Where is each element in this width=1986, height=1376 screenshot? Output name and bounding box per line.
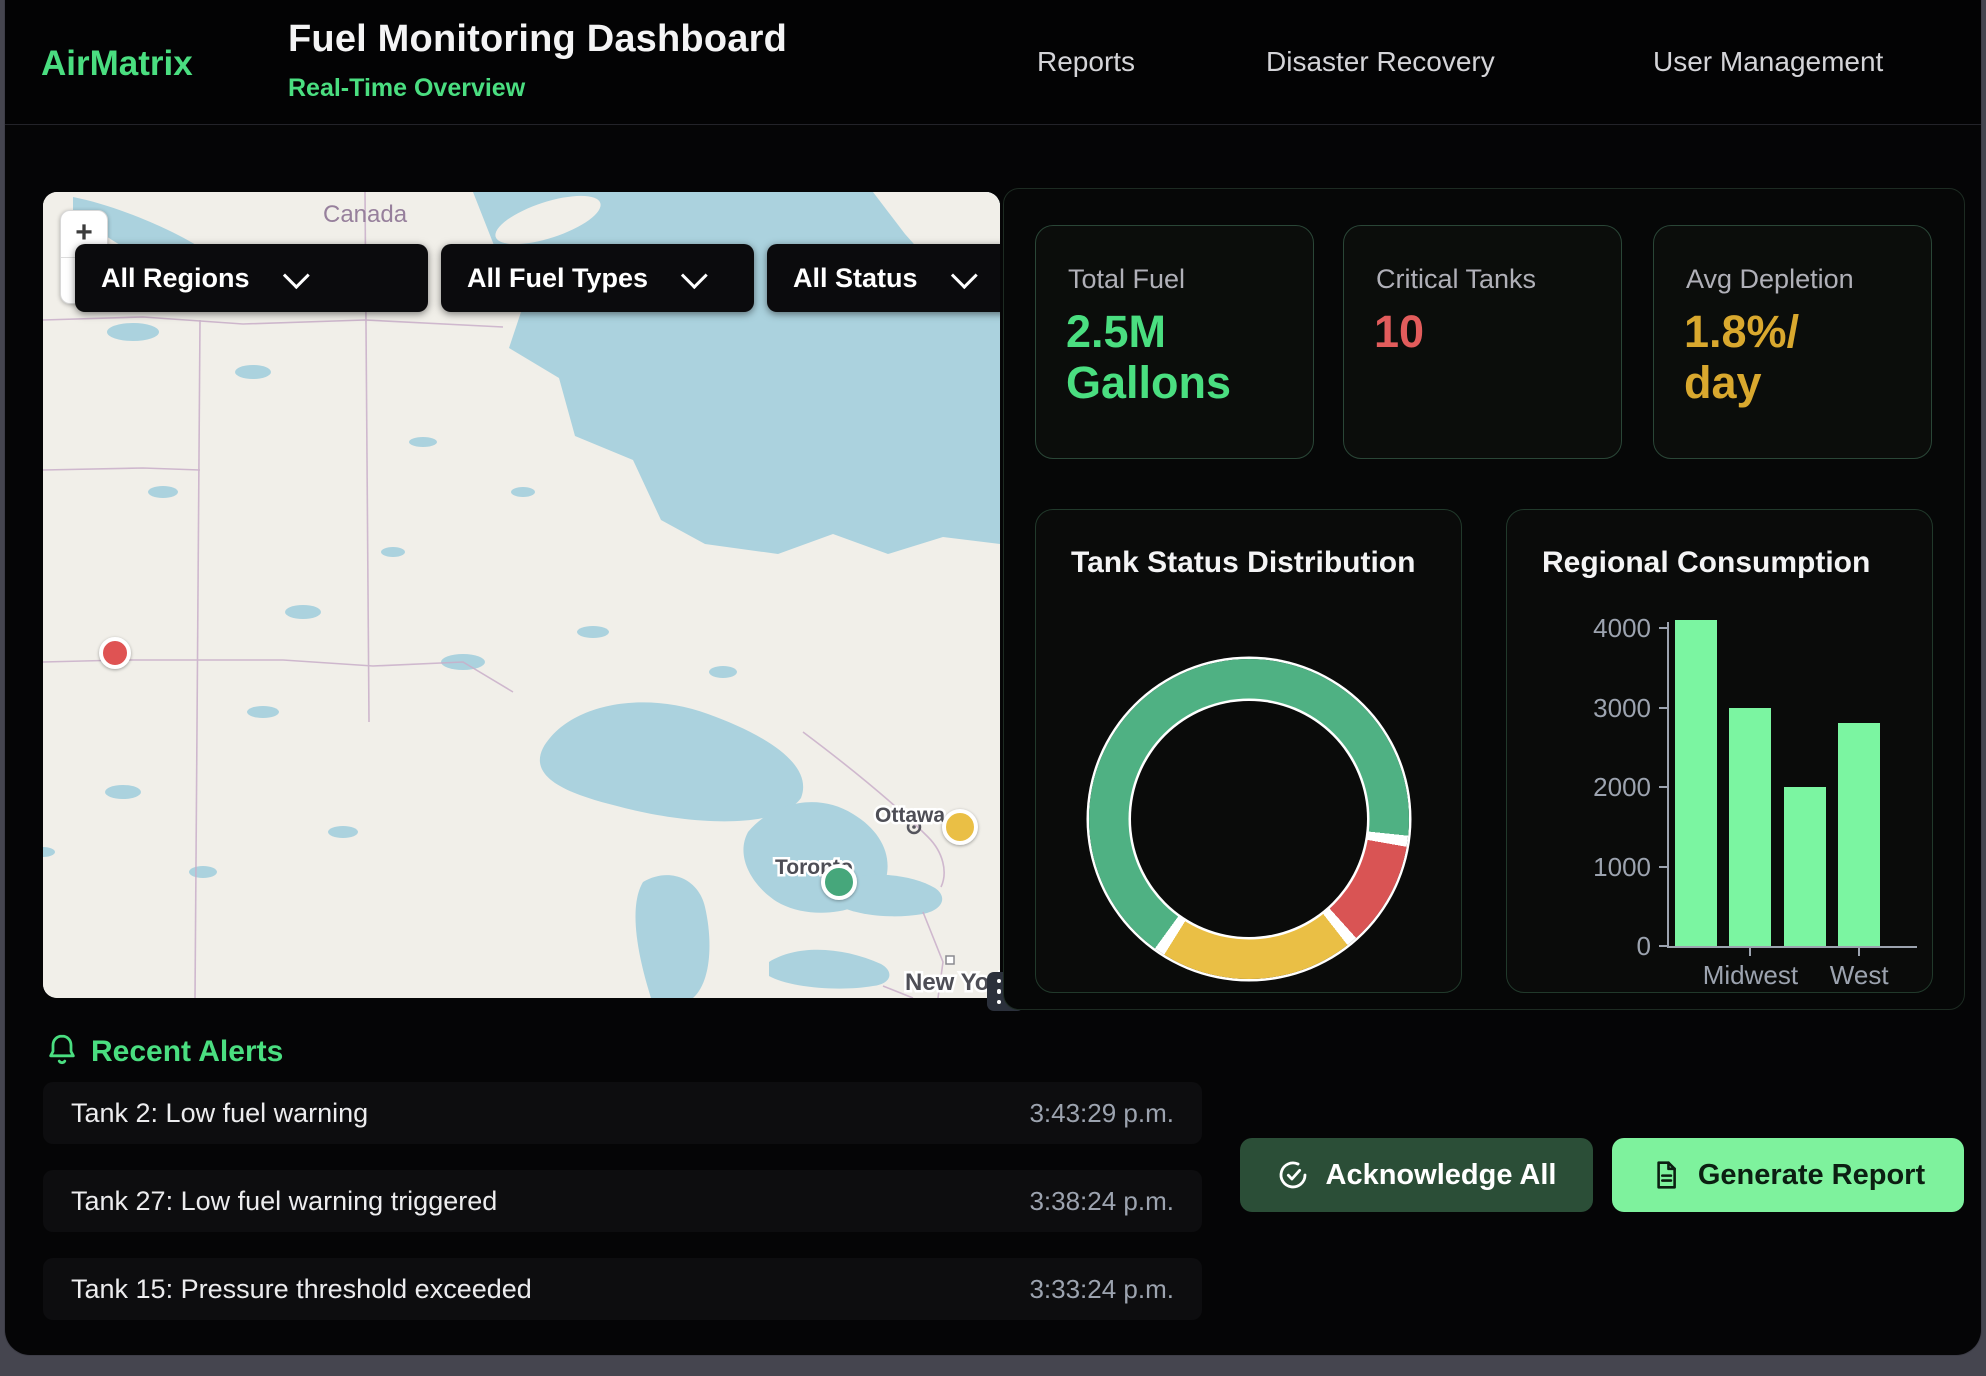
- bar-region-2: [1784, 787, 1826, 946]
- dashboard-app: AirMatrix Fuel Monitoring Dashboard Real…: [4, 0, 1982, 1356]
- bar-region-1: [1729, 708, 1771, 947]
- tank-status-donut-chart: [1089, 659, 1409, 979]
- header: AirMatrix Fuel Monitoring Dashboard Real…: [5, 0, 1981, 125]
- status-filter-value: All Status: [793, 263, 918, 294]
- y-axis-label: 1000: [1551, 852, 1651, 883]
- x-axis-tick: [1858, 948, 1860, 956]
- generate-report-button[interactable]: Generate Report: [1612, 1138, 1964, 1212]
- recent-alerts-title: Recent Alerts: [91, 1035, 283, 1069]
- document-icon: [1651, 1159, 1681, 1191]
- x-axis-label: West: [1789, 960, 1929, 991]
- stat-label: Critical Tanks: [1376, 264, 1536, 295]
- alert-timestamp: 3:33:24 p.m.: [1029, 1274, 1174, 1305]
- bell-icon: [45, 1032, 79, 1068]
- regional-consumption-card: Regional Consumption 01000200030004000Mi…: [1506, 509, 1933, 993]
- y-axis-label: 4000: [1551, 613, 1651, 644]
- x-axis-tick: [1749, 948, 1751, 956]
- map-panel[interactable]: Canada Ottawa Toronto New York + − All R…: [43, 192, 1000, 998]
- chevron-down-icon: [681, 262, 708, 289]
- bar-region-0: [1675, 620, 1717, 946]
- tank-status-distribution-card: Tank Status Distribution: [1035, 509, 1462, 993]
- alert-text: Tank 2: Low fuel warning: [71, 1098, 368, 1129]
- chevron-down-icon: [950, 262, 977, 289]
- y-axis-tick: [1659, 786, 1667, 788]
- y-axis-tick: [1659, 945, 1667, 947]
- nav-disaster-recovery[interactable]: Disaster Recovery: [1266, 46, 1495, 78]
- y-axis-label: 3000: [1551, 693, 1651, 724]
- stat-label: Avg Depletion: [1686, 264, 1854, 295]
- x-axis: [1667, 946, 1917, 948]
- check-circle-icon: [1277, 1159, 1309, 1191]
- y-axis-tick: [1659, 866, 1667, 868]
- nav-reports[interactable]: Reports: [1037, 46, 1135, 78]
- alert-row[interactable]: Tank 15: Pressure threshold exceeded 3:3…: [43, 1258, 1202, 1320]
- map-marker-warning[interactable]: [942, 809, 978, 845]
- stat-label: Total Fuel: [1068, 264, 1185, 295]
- map-filter-bar: All Regions All Fuel Types All Status: [75, 244, 1000, 312]
- map-marker-normal[interactable]: [821, 864, 857, 900]
- y-axis-label: 2000: [1551, 772, 1651, 803]
- alert-row[interactable]: Tank 27: Low fuel warning triggered 3:38…: [43, 1170, 1202, 1232]
- y-axis: [1667, 622, 1669, 948]
- alert-timestamp: 3:38:24 p.m.: [1029, 1186, 1174, 1217]
- stat-card-avg-depletion: Avg Depletion 1.8%/day: [1653, 225, 1932, 459]
- alert-text: Tank 27: Low fuel warning triggered: [71, 1186, 497, 1217]
- fuel-type-filter-dropdown[interactable]: All Fuel Types: [441, 244, 754, 312]
- map-label-ottawa: Ottawa: [875, 804, 945, 827]
- stat-value: 1.8%/day: [1684, 306, 1799, 409]
- alert-row[interactable]: Tank 2: Low fuel warning 3:43:29 p.m.: [43, 1082, 1202, 1144]
- y-axis-tick: [1659, 627, 1667, 629]
- status-filter-dropdown[interactable]: All Status: [767, 244, 1000, 312]
- app-logo: AirMatrix: [41, 44, 193, 84]
- map-lake-michigan: [635, 875, 709, 998]
- nav-user-management[interactable]: User Management: [1653, 46, 1883, 78]
- map-marker-critical[interactable]: [99, 637, 131, 669]
- page-title: Fuel Monitoring Dashboard: [288, 18, 787, 61]
- newyork-city-dot-icon: [946, 956, 954, 964]
- alert-timestamp: 3:43:29 p.m.: [1029, 1098, 1174, 1129]
- stat-value: 10: [1374, 306, 1424, 357]
- region-filter-value: All Regions: [101, 263, 250, 294]
- map-label-country: Canada: [323, 201, 408, 228]
- acknowledge-all-button[interactable]: Acknowledge All: [1240, 1138, 1593, 1212]
- bar-region-3: [1838, 723, 1880, 946]
- fuel-type-filter-value: All Fuel Types: [467, 263, 648, 294]
- stat-card-total-fuel: Total Fuel 2.5MGallons: [1035, 225, 1314, 459]
- region-filter-dropdown[interactable]: All Regions: [75, 244, 428, 312]
- y-axis-tick: [1659, 707, 1667, 709]
- page-subtitle: Real-Time Overview: [288, 74, 525, 103]
- regional-consumption-bar-chart: 01000200030004000MidwestWest: [1507, 510, 1932, 992]
- stat-card-critical-tanks: Critical Tanks 10: [1343, 225, 1622, 459]
- y-axis-label: 0: [1551, 931, 1651, 962]
- stat-value: 2.5MGallons: [1066, 306, 1231, 409]
- chevron-down-icon: [282, 262, 309, 289]
- alert-text: Tank 15: Pressure threshold exceeded: [71, 1274, 532, 1305]
- chart-title: Tank Status Distribution: [1071, 546, 1415, 580]
- map-label-newyork: New York: [905, 969, 1000, 996]
